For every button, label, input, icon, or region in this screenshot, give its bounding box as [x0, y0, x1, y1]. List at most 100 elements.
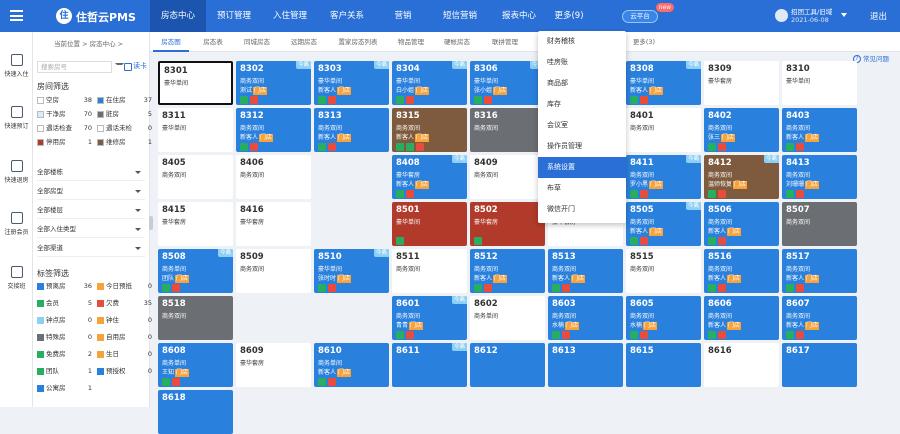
room-card[interactable]: 8606 商务双间 新客人 门店 — [704, 296, 779, 340]
filter-icon[interactable] — [115, 63, 124, 71]
tag-checkbox[interactable] — [37, 299, 44, 307]
room-card[interactable]: 8603 商务双间 水楠 门店 — [548, 296, 623, 340]
room-card[interactable]: 8505 商务双间 新客人 门店 今离 — [626, 202, 701, 246]
room-card[interactable]: 8517 商务双间 新客人 门店 — [782, 249, 857, 293]
room-card[interactable]: 8310 豪华单间 — [782, 61, 857, 105]
filter-dropdown[interactable]: 全部楼层 — [37, 202, 145, 219]
room-card[interactable]: 8408 豪华套房 新客人 门店 今离 — [392, 155, 467, 199]
topnav-item[interactable]: 短信营销 — [430, 0, 490, 32]
room-card[interactable]: 8507 商务双间 — [782, 202, 857, 246]
leftnav-item[interactable]: 快速退房 — [0, 160, 33, 184]
tag-checkbox[interactable] — [37, 367, 44, 375]
leftnav-item[interactable]: 注册会员 — [0, 212, 33, 236]
room-card[interactable]: 8311 豪华单间 — [158, 108, 233, 152]
room-card[interactable]: 8502 豪华套房 — [470, 202, 545, 246]
more-menu-item[interactable]: 会议室 — [538, 115, 626, 136]
room-card[interactable]: 8613 — [548, 343, 623, 387]
room-card[interactable]: 8402 商务双间 张三 门店 — [704, 108, 779, 152]
room-card[interactable]: 8509 商务双间 — [236, 249, 311, 293]
room-card[interactable]: 8303 豪华单间 新客人 门店 今离 — [314, 61, 389, 105]
tag-filter-item[interactable]: 自用房 0 — [97, 333, 152, 342]
status-checkbox[interactable] — [97, 138, 104, 146]
room-card[interactable]: 8313 商务双间 新客人 门店 — [314, 108, 389, 152]
leftnav-item[interactable]: 快速入住 — [0, 54, 33, 78]
room-card[interactable]: 8304 豪华单间 白小姐 门店 今离 — [392, 61, 467, 105]
room-card[interactable]: 8617 — [782, 343, 857, 387]
filter-dropdown[interactable]: 全部房型 — [37, 183, 145, 200]
tag-checkbox[interactable] — [97, 282, 104, 290]
tab-item[interactable]: 物品管理 — [390, 32, 432, 52]
more-menu-item[interactable]: 财务稽核 — [538, 31, 626, 52]
room-card[interactable]: 8405 商务双间 — [158, 155, 233, 199]
room-card[interactable]: 8618 — [158, 390, 233, 434]
room-card[interactable]: 8616 — [704, 343, 779, 387]
filter-dropdown[interactable]: 全部入住类型 — [37, 221, 145, 238]
room-card[interactable]: 8416 豪华套房 — [236, 202, 311, 246]
status-filter-item[interactable]: 脏房 5 — [97, 110, 152, 119]
room-card[interactable]: 8302 商务双间 测试 门店 今离 — [236, 61, 311, 105]
room-card[interactable]: 8413 商务双间 刘珊珊 门店 — [782, 155, 857, 199]
tag-filter-item[interactable]: 钟点房 0 — [37, 316, 92, 325]
tab-item[interactable]: 同城房态 — [236, 32, 278, 52]
room-card[interactable]: 8403 商务双间 新客人 门店 — [782, 108, 857, 152]
room-card[interactable]: 8602 商务单间 — [470, 296, 545, 340]
tab-item[interactable]: 更多(3) — [626, 32, 662, 52]
more-menu-item[interactable]: 操作员管理 — [538, 136, 626, 157]
room-card[interactable]: 8610 商务单间 新客人 门店 — [314, 343, 389, 387]
tab-item[interactable]: 房态图 — [153, 32, 189, 52]
room-card[interactable]: 8412 商务双间 温师恢复 门店 今离 — [704, 155, 779, 199]
more-menu-item[interactable]: 商品部 — [538, 73, 626, 94]
topnav-item[interactable]: 营销 — [376, 0, 430, 32]
tag-checkbox[interactable] — [97, 367, 104, 375]
tag-filter-item[interactable]: 钟住 0 — [97, 316, 152, 325]
room-card[interactable]: 8607 商务双间 新客人 门店 — [782, 296, 857, 340]
room-card[interactable]: 8409 商务双间 — [470, 155, 545, 199]
topnav-item[interactable]: 房态中心 — [150, 0, 206, 32]
room-card[interactable]: 8309 豪华套房 — [704, 61, 779, 105]
help-link[interactable]: ? 常见问题 — [853, 53, 889, 63]
status-filter-item[interactable]: 空房 38 — [37, 96, 92, 105]
tag-checkbox[interactable] — [97, 299, 104, 307]
hamburger-icon[interactable] — [10, 10, 23, 21]
room-card[interactable]: 8515 商务双间 — [626, 249, 701, 293]
panel-collapse-handle[interactable] — [149, 216, 153, 230]
room-card[interactable]: 8308 豪华单间 新客人 门店 今离 — [626, 61, 701, 105]
topnav-item[interactable]: 客户关系 — [318, 0, 376, 32]
filter-dropdown[interactable]: 全部渠道 — [37, 240, 145, 257]
room-card[interactable]: 8511 商务双间 — [392, 249, 467, 293]
tab-item[interactable]: 远期房态 — [282, 32, 326, 52]
tag-filter-item[interactable]: 特殊房 0 — [37, 333, 92, 342]
room-card[interactable]: 8316 商务双间 — [470, 108, 545, 152]
room-card[interactable]: 8512 商务双间 新客人 门店 — [470, 249, 545, 293]
room-card[interactable]: 8306豪华单间张小姐门店今离 — [470, 61, 545, 105]
status-checkbox[interactable] — [97, 110, 104, 118]
status-filter-item[interactable]: 维修房 1 — [97, 138, 152, 147]
topnav-item[interactable]: 报表中心 — [490, 0, 548, 32]
tag-checkbox[interactable] — [97, 333, 104, 341]
room-card[interactable]: 8301 豪华单间 — [158, 61, 233, 105]
topnav-item[interactable]: 入住管理 — [262, 0, 318, 32]
tag-filter-item[interactable]: 会员 5 — [37, 299, 92, 308]
status-checkbox[interactable] — [97, 96, 104, 104]
more-menu-item[interactable]: 微信开门 — [538, 199, 626, 220]
status-filter-item[interactable]: 遇话检查 70 — [37, 124, 92, 133]
tag-checkbox[interactable] — [37, 333, 44, 341]
room-card[interactable]: 8513 商务双间 新客人 门店 — [548, 249, 623, 293]
leftnav-item[interactable]: 快速预订 — [0, 106, 33, 130]
more-menu-item[interactable]: 布草 — [538, 178, 626, 199]
tag-filter-item[interactable]: 团队 1 — [37, 367, 92, 376]
room-card[interactable]: 8411 商务双间 罗小黑 门店 今离 — [626, 155, 701, 199]
leftnav-item[interactable]: 交接班 — [0, 266, 33, 290]
tag-checkbox[interactable] — [97, 316, 104, 324]
logout-button[interactable]: 退出 — [870, 10, 887, 22]
status-filter-item[interactable]: 干净房 70 — [37, 110, 92, 119]
room-card[interactable]: 8501 豪华单间 — [392, 202, 467, 246]
room-card[interactable]: 8401 商务双间 — [626, 108, 701, 152]
more-menu-item[interactable]: 库存 — [538, 94, 626, 115]
tag-filter-item[interactable]: 欠费 35 — [97, 299, 152, 308]
avatar[interactable] — [775, 9, 788, 22]
tag-checkbox[interactable] — [97, 350, 104, 358]
room-card[interactable]: 8508 商务单间 团队 门店 今离 — [158, 249, 233, 293]
room-card[interactable]: 8601 商务双间 青青 门店 今离 — [392, 296, 467, 340]
tag-checkbox[interactable] — [37, 282, 44, 290]
